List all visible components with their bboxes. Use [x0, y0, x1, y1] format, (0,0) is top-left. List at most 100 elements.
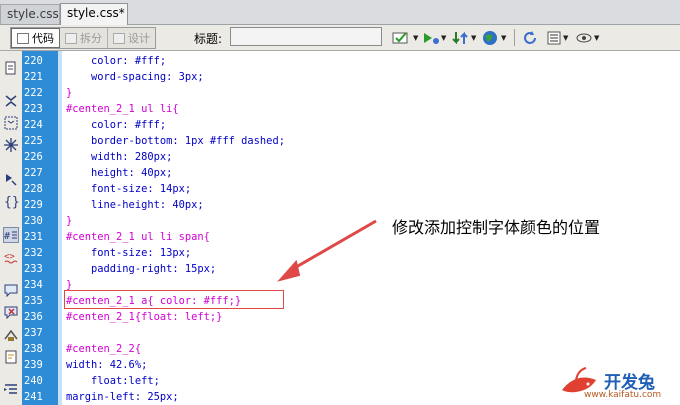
- balance-braces-icon[interactable]: {}: [3, 193, 20, 210]
- refresh-button[interactable]: [522, 29, 538, 46]
- title-input[interactable]: [230, 27, 382, 46]
- code-text: }: [66, 87, 73, 99]
- tab-style-css[interactable]: style.css: [0, 4, 60, 24]
- line-number: 232: [24, 247, 43, 259]
- line-number: 224: [24, 119, 43, 131]
- code-line[interactable]: 220 color: #fff;: [22, 53, 680, 69]
- apply-comment-icon[interactable]: [3, 283, 19, 299]
- code-text: float:left;: [66, 375, 160, 387]
- line-number: 236: [24, 311, 43, 323]
- svg-text:#: #: [4, 231, 10, 242]
- code-text: #centen_2_1{float: left;}: [66, 311, 223, 323]
- svg-text:{}: {}: [4, 195, 19, 209]
- refresh-icon: [524, 30, 536, 44]
- visual-aids-icon: [576, 33, 592, 42]
- recent-snippets-icon[interactable]: [3, 349, 19, 365]
- preview-browser-button[interactable]: ▼: [422, 29, 446, 46]
- collapse-full-tag-icon[interactable]: [3, 93, 19, 109]
- code-view-button[interactable]: 代码: [11, 28, 60, 48]
- expand-all-icon[interactable]: [3, 137, 19, 153]
- code-line[interactable]: 222}: [22, 85, 680, 101]
- indent-code-icon[interactable]: [3, 381, 19, 397]
- code-line[interactable]: 224 color: #fff;: [22, 117, 680, 133]
- code-line[interactable]: 227 height: 40px;: [22, 165, 680, 181]
- code-text: color: #fff;: [66, 55, 167, 67]
- code-text: font-size: 14px;: [66, 183, 192, 195]
- code-text: width: 280px;: [66, 151, 173, 163]
- coding-toolbar: {} # <>: [0, 51, 23, 405]
- line-number: 233: [24, 263, 43, 275]
- line-number: 222: [24, 87, 43, 99]
- code-text: margin-left: 25px;: [66, 391, 179, 403]
- file-transfer-icon: [452, 31, 468, 44]
- line-number: 228: [24, 183, 43, 195]
- collapse-selection-icon[interactable]: [3, 115, 19, 131]
- code-text: border-bottom: 1px #fff dashed;: [66, 135, 285, 147]
- code-text: padding-right: 15px;: [66, 263, 217, 275]
- code-text: color: #fff;: [66, 119, 167, 131]
- code-line[interactable]: 237: [22, 325, 680, 341]
- line-number: 220: [24, 55, 43, 67]
- line-number: 223: [24, 103, 43, 115]
- code-text: font-size: 13px;: [66, 247, 192, 259]
- code-text: #centen_2_2{: [66, 343, 142, 355]
- globe-icon: [483, 30, 497, 45]
- code-text: }: [66, 215, 73, 227]
- line-number: 227: [24, 167, 43, 179]
- line-number: 234: [24, 279, 43, 291]
- preview-browser-icon: [424, 32, 439, 44]
- code-text: line-height: 40px;: [66, 199, 204, 211]
- line-number: 238: [24, 343, 43, 355]
- file-transfer-button[interactable]: ▼: [452, 29, 476, 46]
- globe-button[interactable]: ▼: [482, 29, 506, 46]
- wrap-tag-icon[interactable]: [3, 327, 19, 343]
- code-line[interactable]: 226 width: 280px;: [22, 149, 680, 165]
- highlight-invalid-code-icon[interactable]: <>: [3, 249, 19, 265]
- validate-icon: [392, 31, 408, 43]
- line-number: 235: [24, 295, 43, 307]
- document-toolbar: 代码 拆分 设计 标题: ▼ ▼ ▼ ▼ ▼ ▼: [0, 25, 680, 51]
- code-line[interactable]: 238 #centen_2_2{: [22, 341, 680, 357]
- tab-style-css-modified[interactable]: style.css*: [60, 3, 128, 25]
- annotation-text: 修改添加控制字体颜色的位置: [392, 218, 601, 237]
- line-numbers-icon[interactable]: #: [3, 227, 19, 243]
- document-tab-bar: style.css style.css*: [0, 0, 680, 25]
- watermark-url: www.kaifatu.com: [584, 390, 662, 400]
- code-view-label: 代码: [32, 32, 54, 45]
- title-label: 标题:: [194, 32, 223, 46]
- code-line[interactable]: 225 border-bottom: 1px #fff dashed;: [22, 133, 680, 149]
- code-text: height: 40px;: [66, 167, 173, 179]
- code-text: word-spacing: 3px;: [66, 71, 204, 83]
- view-options-icon: [547, 31, 561, 44]
- line-number: 230: [24, 215, 43, 227]
- code-line[interactable]: 233 padding-right: 15px;: [22, 261, 680, 277]
- code-view-icon: [17, 32, 29, 44]
- design-view-label: 设计: [128, 32, 150, 45]
- validate-button[interactable]: ▼: [392, 29, 418, 46]
- design-view-button[interactable]: 设计: [108, 28, 155, 48]
- select-parent-tag-icon[interactable]: [3, 171, 19, 187]
- line-number: 237: [24, 327, 43, 339]
- highlight-box: [64, 290, 284, 309]
- visual-aids-button[interactable]: ▼: [575, 29, 599, 46]
- line-number: 231: [24, 231, 43, 243]
- code-line[interactable]: 223 #centen_2_1 ul li{: [22, 101, 680, 117]
- line-number: 229: [24, 199, 43, 211]
- line-number: 241: [24, 391, 43, 403]
- code-line[interactable]: 229 line-height: 40px;: [22, 197, 680, 213]
- code-line[interactable]: 236 #centen_2_1{float: left;}: [22, 309, 680, 325]
- code-line[interactable]: 228 font-size: 14px;: [22, 181, 680, 197]
- code-line[interactable]: 221 word-spacing: 3px;: [22, 69, 680, 85]
- open-documents-icon[interactable]: [3, 60, 19, 76]
- design-view-icon: [113, 32, 125, 44]
- code-text: #centen_2_1 ul li{: [66, 103, 179, 115]
- split-view-icon: [65, 32, 77, 44]
- view-options-button[interactable]: ▼: [546, 29, 568, 46]
- code-line[interactable]: 232 font-size: 13px;: [22, 245, 680, 261]
- code-text: #centen_2_1 ul li span{: [66, 231, 210, 243]
- code-text: width: 42.6%;: [66, 359, 148, 371]
- split-view-label: 拆分: [80, 32, 102, 45]
- remove-comment-icon[interactable]: [3, 305, 19, 321]
- view-mode-group: 代码 拆分 设计: [10, 27, 156, 49]
- split-view-button[interactable]: 拆分: [60, 28, 108, 48]
